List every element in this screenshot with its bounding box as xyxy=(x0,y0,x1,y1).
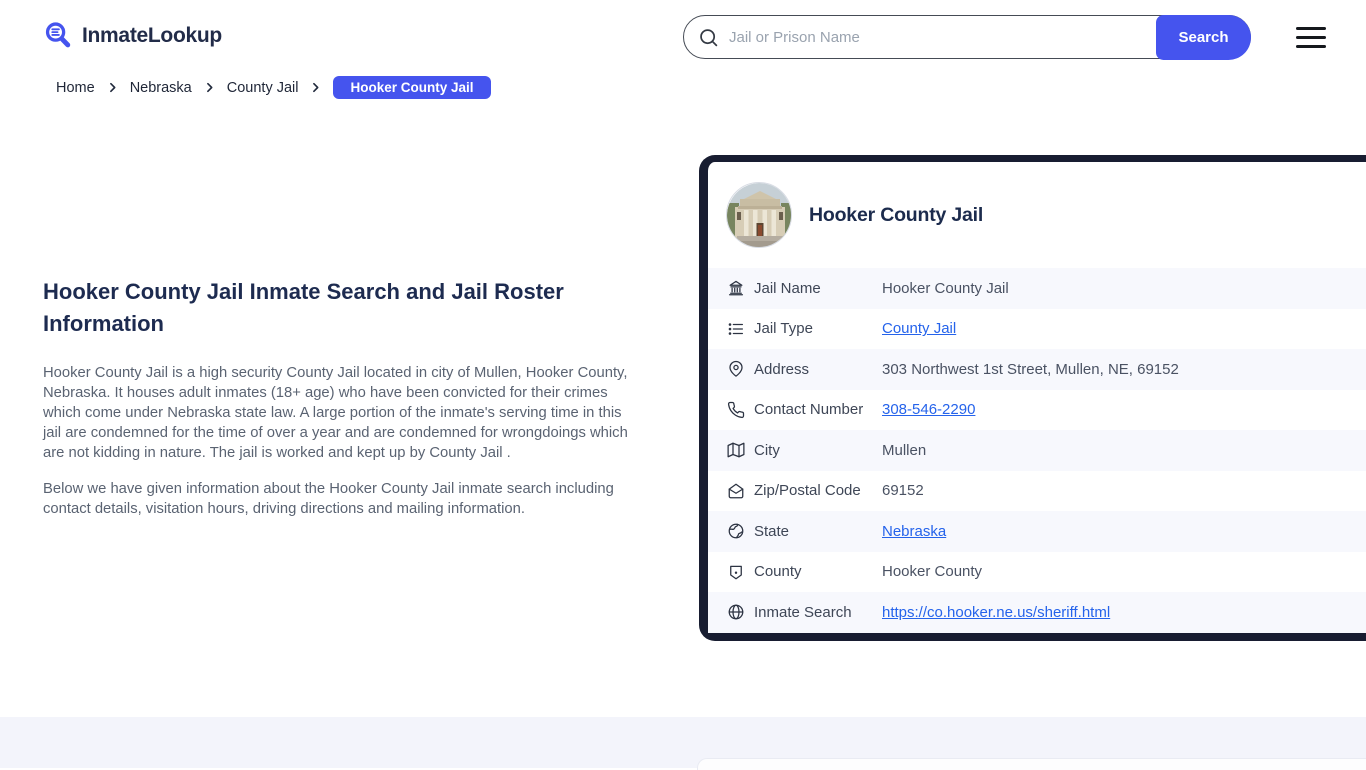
row-label: Jail Type xyxy=(754,320,813,338)
row-jail-name: Jail Name Hooker County Jail xyxy=(708,268,1366,309)
row-city: City Mullen xyxy=(708,430,1366,471)
jail-type-link[interactable]: County Jail xyxy=(882,320,956,337)
inmate-search-link[interactable]: https://co.hooker.ne.us/sheriff.html xyxy=(882,604,1110,621)
jail-card-header: Hooker County Jail xyxy=(708,162,1366,268)
row-label: City xyxy=(754,441,780,459)
map-pin-icon xyxy=(727,360,745,378)
row-label: County xyxy=(754,563,802,581)
row-label: State xyxy=(754,522,790,540)
hamburger-menu-icon[interactable] xyxy=(1296,27,1326,48)
row-label: Jail Name xyxy=(754,279,821,297)
next-section-card-edge xyxy=(697,758,1366,770)
bank-icon xyxy=(727,279,745,297)
brand-name: InmateLookup xyxy=(82,23,222,47)
map-icon xyxy=(727,441,745,459)
row-value: Mullen xyxy=(882,441,927,459)
chevron-right-icon xyxy=(106,81,119,94)
intro-paragraph: Hooker County Jail is a high security Co… xyxy=(43,365,628,461)
search-button[interactable]: Search xyxy=(1156,14,1251,60)
row-label: Address xyxy=(754,360,810,378)
row-value: Hooker County Jail xyxy=(882,279,1009,297)
phone-icon xyxy=(727,401,745,419)
breadcrumb-home[interactable]: Home xyxy=(56,80,95,96)
row-value: 308-546-2290 xyxy=(882,401,975,418)
row-contact-number: Contact Number 308-546-2290 xyxy=(708,390,1366,431)
row-state: State Nebraska xyxy=(708,511,1366,552)
row-value: Hooker County xyxy=(882,563,983,581)
courthouse-photo xyxy=(726,182,792,248)
article: Hooker County Jail Inmate Search and Jai… xyxy=(43,276,643,535)
chevron-right-icon xyxy=(309,81,322,94)
row-zip-code: Zip/Postal Code 69152 xyxy=(708,471,1366,512)
breadcrumb: Home Nebraska County Jail Hooker County … xyxy=(56,76,491,99)
breadcrumb-current-badge: Hooker County Jail xyxy=(333,76,491,99)
row-address: Address 303 Northwest 1st Street, Mullen… xyxy=(708,349,1366,390)
breadcrumb-nebraska[interactable]: Nebraska xyxy=(130,80,192,96)
row-inmate-search: Inmate Search https://co.hooker.ne.us/sh… xyxy=(708,592,1366,633)
intro-paragraph-2: Below we have given information about th… xyxy=(43,481,614,517)
row-label: Contact Number xyxy=(754,401,864,419)
earth-icon xyxy=(727,522,745,540)
state-link[interactable]: Nebraska xyxy=(882,523,946,540)
mail-icon xyxy=(727,482,745,500)
row-jail-type: Jail Type County Jail xyxy=(708,309,1366,350)
globe-icon xyxy=(727,603,745,621)
brand-logo[interactable]: InmateLookup xyxy=(43,20,222,51)
page-title: Hooker County Jail Inmate Search and Jai… xyxy=(43,279,564,336)
row-label: Inmate Search xyxy=(754,603,852,621)
breadcrumb-county-jail[interactable]: County Jail xyxy=(227,80,299,96)
magnifier-lines-icon xyxy=(43,20,74,51)
row-value: https://co.hooker.ne.us/sheriff.html xyxy=(882,604,1110,621)
chevron-right-icon xyxy=(203,81,216,94)
row-label: Zip/Postal Code xyxy=(754,482,861,500)
search-icon xyxy=(698,27,719,48)
jail-card-title: Hooker County Jail xyxy=(809,203,984,226)
contact-number-link[interactable]: 308-546-2290 xyxy=(882,401,975,418)
row-county: County Hooker County xyxy=(708,552,1366,593)
list-icon xyxy=(727,320,745,338)
flag-badge-icon xyxy=(727,563,745,581)
jail-details-table: Jail Name Hooker County Jail Jail Type C… xyxy=(708,268,1366,633)
row-value: 69152 xyxy=(882,482,924,500)
row-value: Nebraska xyxy=(882,523,946,540)
jail-info-card: Hooker County Jail Jail Name Hooker Coun… xyxy=(699,155,1366,641)
row-value: 303 Northwest 1st Street, Mullen, NE, 69… xyxy=(882,360,1179,378)
search-bar: Search xyxy=(683,14,1251,60)
row-value: County Jail xyxy=(882,320,956,337)
